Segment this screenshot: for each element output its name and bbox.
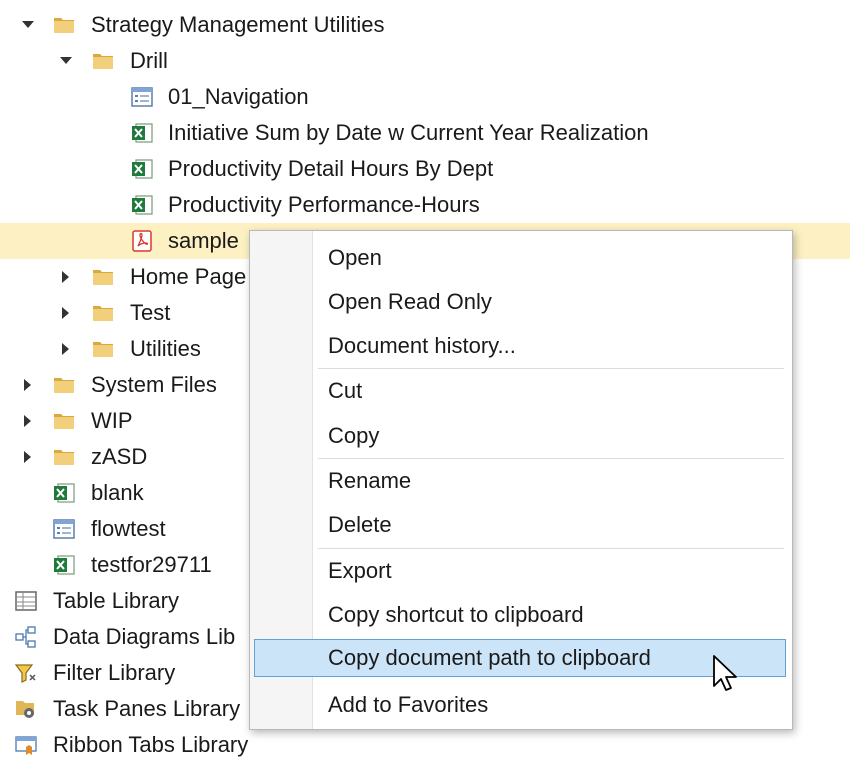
folder-icon	[91, 301, 115, 325]
expand-arrow-icon[interactable]	[58, 331, 74, 367]
menu-item-label: Copy shortcut to clipboard	[328, 602, 584, 627]
tree-item-label: Utilities	[130, 336, 201, 361]
menu-item-open[interactable]: Open	[254, 239, 786, 277]
tree-item-label: Home Page	[130, 264, 247, 289]
tree-item-label: sample	[168, 228, 239, 253]
menu-separator	[318, 548, 784, 549]
menu-item-label: Export	[328, 558, 392, 583]
tree-item-drill[interactable]: Drill	[0, 43, 850, 79]
tree-item-label: Data Diagrams Lib	[53, 624, 236, 649]
table-icon	[14, 589, 38, 613]
tree-item-strategy-management-utilities[interactable]: Strategy Management Utilities	[0, 7, 850, 43]
menu-item-copy-document-path[interactable]: Copy document path to clipboard	[254, 639, 786, 677]
excel-icon	[130, 193, 154, 217]
tree-item-label: blank	[91, 480, 144, 505]
tree-item-label: 01_Navigation	[168, 84, 309, 109]
tree-item-label: Strategy Management Utilities	[91, 12, 385, 37]
folder-icon	[91, 337, 115, 361]
tree-item-label: Task Panes Library	[53, 696, 241, 721]
folder-icon	[91, 265, 115, 289]
menu-item-label: Delete	[328, 512, 392, 537]
form-document-icon	[130, 85, 154, 109]
tree-item-label: testfor29711	[91, 552, 212, 577]
tree-item-label: System Files	[91, 372, 217, 397]
menu-item-label: Cut	[328, 378, 363, 403]
excel-icon	[130, 157, 154, 181]
menu-separator	[318, 458, 784, 459]
menu-separator	[318, 368, 784, 369]
expand-arrow-icon[interactable]	[58, 259, 74, 295]
tree-item-label: Test	[130, 300, 171, 325]
expand-arrow-icon[interactable]	[58, 295, 74, 331]
menu-item-rename[interactable]: Rename	[254, 462, 786, 500]
menu-item-label: Rename	[328, 468, 412, 493]
folder-icon	[52, 445, 76, 469]
tree-item-label: zASD	[91, 444, 148, 469]
diagram-icon	[14, 625, 38, 649]
expand-arrow-icon[interactable]	[20, 367, 36, 403]
menu-item-add-to-favorites[interactable]: Add to Favorites	[254, 686, 786, 724]
task-pane-gear-icon	[14, 697, 38, 721]
tree-item-productivity-performance[interactable]: Productivity Performance-Hours	[0, 187, 850, 223]
tree-item-label: Filter Library	[53, 660, 176, 685]
menu-item-open-read-only[interactable]: Open Read Only	[254, 283, 786, 321]
filter-icon	[14, 661, 38, 685]
menu-item-label: Copy	[328, 423, 380, 448]
tree-item-label: Productivity Detail Hours By Dept	[168, 156, 494, 181]
folder-icon	[52, 13, 76, 37]
tree-item-01-navigation[interactable]: 01_Navigation	[0, 79, 850, 115]
collapse-arrow-icon[interactable]	[20, 7, 36, 43]
tree-item-initiative-sum[interactable]: Initiative Sum by Date w Current Year Re…	[0, 115, 850, 151]
tree-item-ribbon-tabs-library[interactable]: Ribbon Tabs Library	[0, 727, 850, 763]
excel-icon	[52, 553, 76, 577]
tree-item-label: Ribbon Tabs Library	[53, 732, 249, 757]
menu-item-label: Copy document path to clipboard	[328, 645, 651, 670]
tree-item-label: flowtest	[91, 516, 166, 541]
folder-icon	[52, 373, 76, 397]
folder-icon	[52, 409, 76, 433]
menu-item-label: Document history...	[328, 333, 516, 358]
menu-item-copy-shortcut[interactable]: Copy shortcut to clipboard	[254, 596, 786, 634]
form-document-icon	[52, 517, 76, 541]
ribbon-icon	[14, 733, 38, 757]
mouse-pointer-icon	[712, 654, 740, 694]
menu-item-cut[interactable]: Cut	[254, 372, 786, 410]
collapse-arrow-icon[interactable]	[58, 43, 74, 79]
tree-item-productivity-detail[interactable]: Productivity Detail Hours By Dept	[0, 151, 850, 187]
excel-icon	[130, 121, 154, 145]
expand-arrow-icon[interactable]	[20, 439, 36, 475]
tree-item-label: Initiative Sum by Date w Current Year Re…	[168, 120, 649, 145]
menu-item-export[interactable]: Export	[254, 552, 786, 590]
menu-item-label: Open Read Only	[328, 289, 492, 314]
menu-item-document-history[interactable]: Document history...	[254, 327, 786, 365]
pdf-icon	[130, 229, 154, 253]
menu-item-delete[interactable]: Delete	[254, 506, 786, 544]
tree-item-label: Productivity Performance-Hours	[168, 192, 480, 217]
excel-icon	[52, 481, 76, 505]
menu-item-label: Open	[328, 245, 382, 270]
menu-item-label: Add to Favorites	[328, 692, 489, 717]
menu-item-copy[interactable]: Copy	[254, 417, 786, 455]
tree-item-label: Drill	[130, 48, 168, 73]
expand-arrow-icon[interactable]	[20, 403, 36, 439]
tree-item-label: Table Library	[53, 588, 179, 613]
folder-icon	[91, 49, 115, 73]
tree-item-label: WIP	[91, 408, 133, 433]
